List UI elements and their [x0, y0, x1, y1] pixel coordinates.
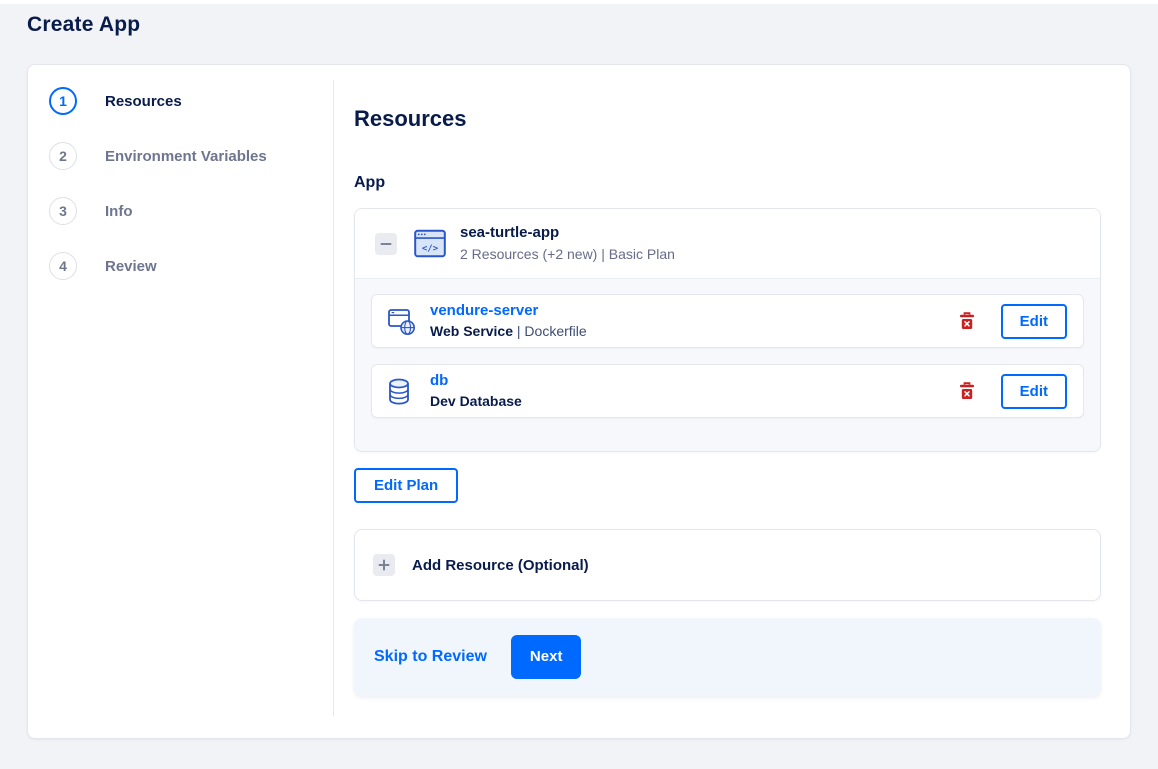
wizard-card: 1 Resources 2 Environment Variables 3 In… — [27, 64, 1131, 739]
resource-name-link[interactable]: db — [430, 372, 448, 390]
content-heading: Resources — [354, 106, 467, 131]
step-number-badge: 4 — [49, 252, 77, 280]
stepper-step-resources[interactable]: 1 Resources — [49, 87, 334, 115]
add-resource-button[interactable]: Add Resource (Optional) — [354, 529, 1101, 601]
database-icon — [388, 377, 418, 406]
edit-resource-button[interactable]: Edit — [1000, 373, 1067, 409]
collapse-app-button[interactable] — [375, 232, 397, 255]
resource-text: vendure-server Web Service | Dockerfile — [430, 302, 957, 340]
plus-icon — [373, 554, 395, 576]
delete-resource-button[interactable] — [957, 380, 977, 402]
edit-plan-button[interactable]: Edit Plan — [354, 468, 459, 503]
app-card-header: </> sea-turtle-app 2 Resources (+2 new) … — [355, 209, 1100, 278]
app-card: </> sea-turtle-app 2 Resources (+2 new) … — [354, 208, 1101, 452]
step-number-badge: 2 — [49, 142, 77, 170]
resources-step-content: Resources App </> sea-turtle-app 2 Resou… — [334, 65, 1130, 738]
resource-detail: | Dockerfile — [513, 323, 587, 339]
resource-type: Web Service — [430, 323, 514, 339]
app-meta: sea-turtle-app 2 Resources (+2 new) | Ba… — [460, 224, 675, 263]
minus-icon — [380, 242, 392, 245]
step-label: Environment Variables — [105, 147, 267, 165]
web-service-globe-icon — [388, 307, 418, 336]
trash-icon — [959, 312, 974, 329]
app-window-code-icon: </> — [414, 229, 446, 258]
skip-to-review-link[interactable]: Skip to Review — [374, 648, 487, 666]
create-app-page: Create App 1 Resources 2 Environment Var… — [0, 0, 1158, 739]
resource-subtitle: Web Service | Dockerfile — [430, 323, 957, 340]
resource-type: Dev Database — [430, 393, 522, 409]
wizard-footer: Skip to Review Next — [354, 618, 1101, 696]
resource-name-link[interactable]: vendure-server — [430, 302, 538, 320]
delete-resource-button[interactable] — [957, 310, 977, 332]
app-summary: 2 Resources (+2 new) | Basic Plan — [460, 246, 675, 262]
stepper-step-review[interactable]: 4 Review — [49, 252, 334, 280]
app-name: sea-turtle-app — [460, 224, 560, 241]
top-strip — [0, 0, 1158, 4]
wizard-stepper: 1 Resources 2 Environment Variables 3 In… — [28, 65, 334, 738]
stepper-divider — [333, 80, 334, 716]
app-section-label: App — [354, 174, 386, 191]
step-number-badge: 3 — [49, 197, 77, 225]
resource-row-db: db Dev Database Edit — [371, 364, 1084, 418]
resource-subtitle: Dev Database — [430, 393, 957, 410]
step-label: Resources — [105, 92, 182, 110]
app-resources-list: vendure-server Web Service | Dockerfile — [355, 278, 1100, 451]
svg-text:</>: </> — [422, 244, 439, 254]
step-label: Info — [105, 202, 133, 220]
step-number-badge: 1 — [49, 87, 77, 115]
resource-text: db Dev Database — [430, 372, 957, 410]
next-button[interactable]: Next — [510, 635, 582, 679]
stepper-step-info[interactable]: 3 Info — [49, 197, 334, 225]
page-title: Create App — [27, 13, 141, 36]
add-resource-label: Add Resource (Optional) — [412, 556, 589, 574]
trash-icon — [959, 382, 974, 399]
edit-resource-button[interactable]: Edit — [1000, 303, 1067, 339]
stepper-step-environment-variables[interactable]: 2 Environment Variables — [49, 142, 334, 170]
resource-row-vendure-server: vendure-server Web Service | Dockerfile — [371, 294, 1084, 348]
step-label: Review — [105, 257, 157, 275]
